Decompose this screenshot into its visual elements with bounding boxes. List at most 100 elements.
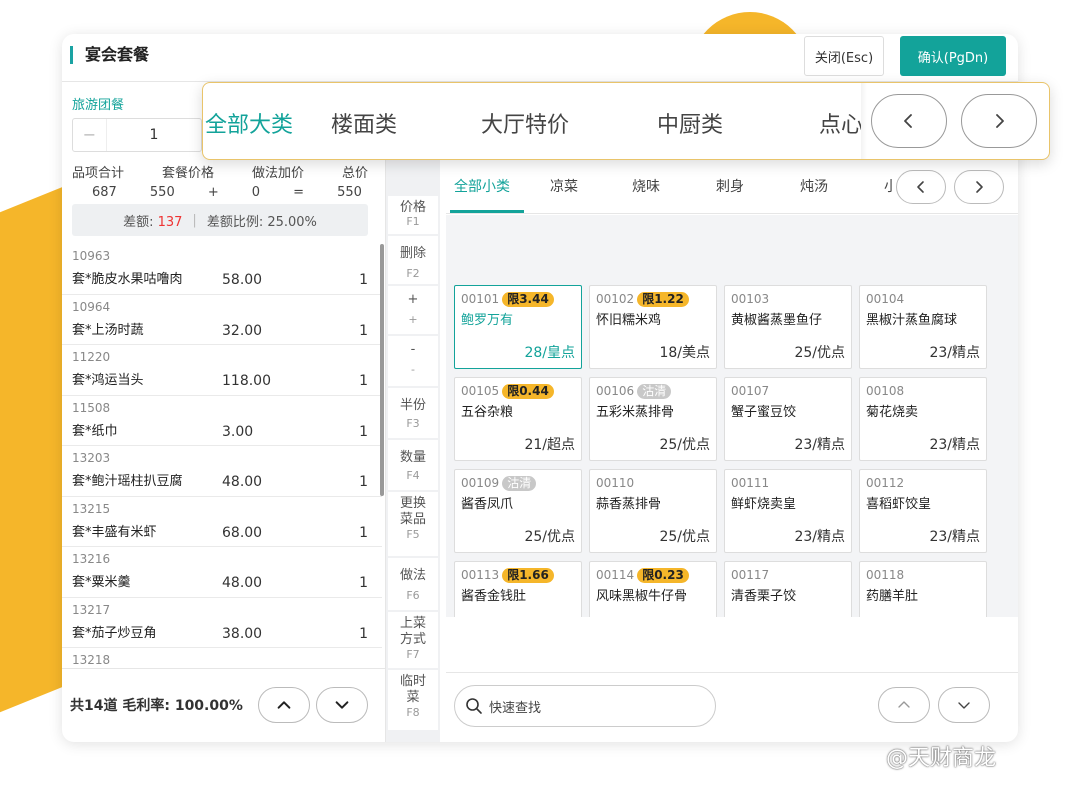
item-code: 00112 bbox=[866, 476, 905, 490]
half-portion-button[interactable]: 半份 F3 bbox=[388, 388, 438, 438]
menu-item-card[interactable]: 00101 限3.44 鲍罗万有 28/皇点 bbox=[454, 285, 582, 369]
item-code: 00101 bbox=[461, 292, 500, 306]
quantity-value[interactable]: 1 bbox=[107, 127, 201, 143]
menu-item-card[interactable]: 00118 药膳羊肚 bbox=[859, 561, 987, 617]
replace-dish-button[interactable]: 更换菜品 F5 bbox=[388, 492, 438, 556]
scroll-down-button[interactable] bbox=[316, 687, 368, 723]
tab-floor[interactable]: 楼面类 bbox=[331, 107, 397, 139]
temporary-dish-button[interactable]: 临时菜 F8 bbox=[388, 670, 438, 730]
dish-row[interactable]: 13215 套*丰盛有米虾 68.00 1 bbox=[62, 497, 382, 547]
increment-function-button[interactable]: + + bbox=[388, 286, 438, 334]
dish-list-scrollbar[interactable] bbox=[380, 244, 384, 496]
dish-qty: 1 bbox=[359, 272, 368, 288]
summary-header: 品项合计 bbox=[72, 166, 125, 181]
dish-name: 套*纸巾 bbox=[72, 423, 118, 439]
menu-item-card[interactable]: 00109 沽清 酱香凤爪 25/优点 bbox=[454, 469, 582, 553]
subtab-all[interactable]: 全部小类 bbox=[454, 176, 510, 196]
menu-item-card[interactable]: 00111 鲜虾烧卖皇 23/精点 bbox=[724, 469, 852, 553]
search-input[interactable]: 快速查找 bbox=[454, 685, 716, 727]
menu-item-card[interactable]: 00104 黑椒汁蒸鱼腐球 23/精点 bbox=[859, 285, 987, 369]
item-code: 00114 bbox=[596, 568, 635, 582]
quantity-function-button[interactable]: 数量 F4 bbox=[388, 440, 438, 490]
decrement-button[interactable]: − bbox=[73, 119, 107, 151]
dish-qty: 1 bbox=[359, 625, 368, 642]
tab-dim-sum[interactable]: 点心 bbox=[819, 107, 861, 139]
dish-price: 32.00 bbox=[222, 322, 263, 339]
subtab-prev-button[interactable] bbox=[896, 170, 946, 204]
confirm-button[interactable]: 确认(PgDn) bbox=[900, 36, 1006, 76]
menu-page-up-button[interactable] bbox=[878, 687, 930, 723]
dish-list: 10963 套*脆皮水果咕噜肉 58.00 1 10964 套*上汤时蔬 32.… bbox=[62, 244, 382, 668]
subtab-soup[interactable]: 炖汤 bbox=[800, 176, 828, 196]
menu-item-card[interactable]: 00102 限1.22 怀旧糯米鸡 18/美点 bbox=[589, 285, 717, 369]
subtab-next-button[interactable] bbox=[954, 170, 1004, 204]
function-column: 价格 F1 删除 F2 + + - - 半份 F3 数量 F4 更换菜品 F5 … bbox=[386, 82, 440, 742]
price-function-button[interactable]: 价格 F1 bbox=[388, 196, 438, 234]
quantity-stepper[interactable]: − 1 bbox=[72, 118, 202, 152]
dish-count-summary: 共14道 毛利率: 100.00% bbox=[70, 698, 243, 714]
summary-header: 做法加价 bbox=[251, 166, 304, 181]
ratio-label: 差额比例: bbox=[206, 214, 264, 230]
dish-qty: 1 bbox=[359, 575, 368, 591]
dish-qty: 1 bbox=[359, 524, 368, 541]
menu-item-card[interactable]: 00114 限0.23 风味黑椒牛仔骨 bbox=[589, 561, 717, 617]
tab-kitchen[interactable]: 中厨类 bbox=[657, 107, 723, 139]
dish-row[interactable]: 13218 bbox=[62, 648, 382, 668]
menu-item-card[interactable]: 00108 菊花烧卖 23/精点 bbox=[859, 377, 987, 461]
item-name: 菊花烧卖 bbox=[866, 405, 919, 420]
dish-row[interactable]: 13203 套*鲍汁瑶柱扒豆腐 48.00 1 bbox=[62, 446, 382, 497]
function-label: 更换菜品 bbox=[399, 496, 426, 527]
dish-row[interactable]: 10964 套*上汤时蔬 32.00 1 bbox=[62, 295, 382, 345]
dish-row[interactable]: 13216 套*粟米羹 48.00 1 bbox=[62, 547, 382, 598]
decrement-function-button[interactable]: - - bbox=[388, 336, 438, 386]
dish-row[interactable]: 10963 套*脆皮水果咕噜肉 58.00 1 bbox=[62, 244, 382, 295]
delete-function-button[interactable]: 删除 F2 bbox=[388, 236, 438, 284]
summary-value: = bbox=[293, 185, 305, 200]
menu-item-card[interactable]: 00110 蒜香蒸排骨 25/优点 bbox=[589, 469, 717, 553]
dish-row[interactable]: 11508 套*纸巾 3.00 1 bbox=[62, 396, 382, 446]
dish-row[interactable]: 11220 套*鸿运当头 118.00 1 bbox=[62, 345, 382, 396]
method-function-button[interactable]: 做法 F6 bbox=[388, 558, 438, 610]
package-name[interactable]: 旅游团餐 bbox=[72, 94, 124, 113]
function-label: 上菜方式 bbox=[399, 616, 426, 647]
dish-code: 13216 bbox=[72, 552, 111, 566]
item-name: 风味黑椒牛仔骨 bbox=[596, 589, 688, 604]
diff-label: 差额: bbox=[123, 214, 154, 230]
menu-item-card[interactable]: 00105 限0.44 五谷杂粮 21/超点 bbox=[454, 377, 582, 461]
dish-row[interactable]: 13217 套*茄子炒豆角 38.00 1 bbox=[62, 598, 382, 648]
dish-code: 13203 bbox=[72, 451, 111, 465]
close-button[interactable]: 关闭(Esc) bbox=[804, 36, 884, 76]
menu-item-card[interactable]: 00117 清香栗子饺 bbox=[724, 561, 852, 617]
subtab-sashimi[interactable]: 刺身 bbox=[716, 176, 744, 196]
item-code: 00106 bbox=[596, 384, 635, 398]
function-label: 删除 bbox=[399, 246, 426, 261]
item-name: 鲍罗万有 bbox=[461, 313, 514, 328]
menu-item-card[interactable]: 00107 蟹子蜜豆饺 23/精点 bbox=[724, 377, 852, 461]
item-code: 00118 bbox=[866, 568, 905, 582]
subtab-roast[interactable]: 烧味 bbox=[632, 176, 660, 196]
tab-hall-specials[interactable]: 大厅特价 bbox=[481, 107, 569, 139]
function-label: - bbox=[410, 342, 416, 357]
menu-item-card[interactable]: 00103 黄椒酱蒸墨鱼仔 25/优点 bbox=[724, 285, 852, 369]
menu-item-card[interactable]: 00106 沽清 五彩米蒸排骨 25/优点 bbox=[589, 377, 717, 461]
subtab-cold-dishes[interactable]: 凉菜 bbox=[550, 176, 578, 196]
sold-out-badge: 沽清 bbox=[502, 475, 537, 491]
limit-badge: 限1.22 bbox=[637, 291, 689, 307]
item-name: 五谷杂粮 bbox=[461, 405, 514, 420]
category-next-button[interactable] bbox=[961, 94, 1037, 148]
menu-item-card[interactable]: 00113 限1.66 酱香金钱肚 bbox=[454, 561, 582, 617]
left-footer: 共14道 毛利率: 100.00% bbox=[62, 668, 386, 742]
dish-price: 118.00 bbox=[222, 373, 271, 389]
tab-all-categories[interactable]: 全部大类 bbox=[205, 107, 293, 139]
serving-method-button[interactable]: 上菜方式 F7 bbox=[388, 612, 438, 668]
chevron-left-icon bbox=[917, 181, 924, 193]
item-name: 酱香凤爪 bbox=[461, 497, 514, 512]
menu-page-down-button[interactable] bbox=[938, 687, 990, 723]
subtab-more[interactable]: 小 bbox=[884, 176, 892, 196]
item-name: 黑椒汁蒸鱼腐球 bbox=[866, 313, 958, 328]
dish-name: 套*粟米羹 bbox=[72, 575, 131, 590]
menu-item-card[interactable]: 00112 喜稻虾饺皇 23/精点 bbox=[859, 469, 987, 553]
scroll-up-button[interactable] bbox=[258, 687, 310, 723]
dish-code: 10964 bbox=[72, 299, 111, 314]
category-prev-button[interactable] bbox=[871, 94, 947, 148]
